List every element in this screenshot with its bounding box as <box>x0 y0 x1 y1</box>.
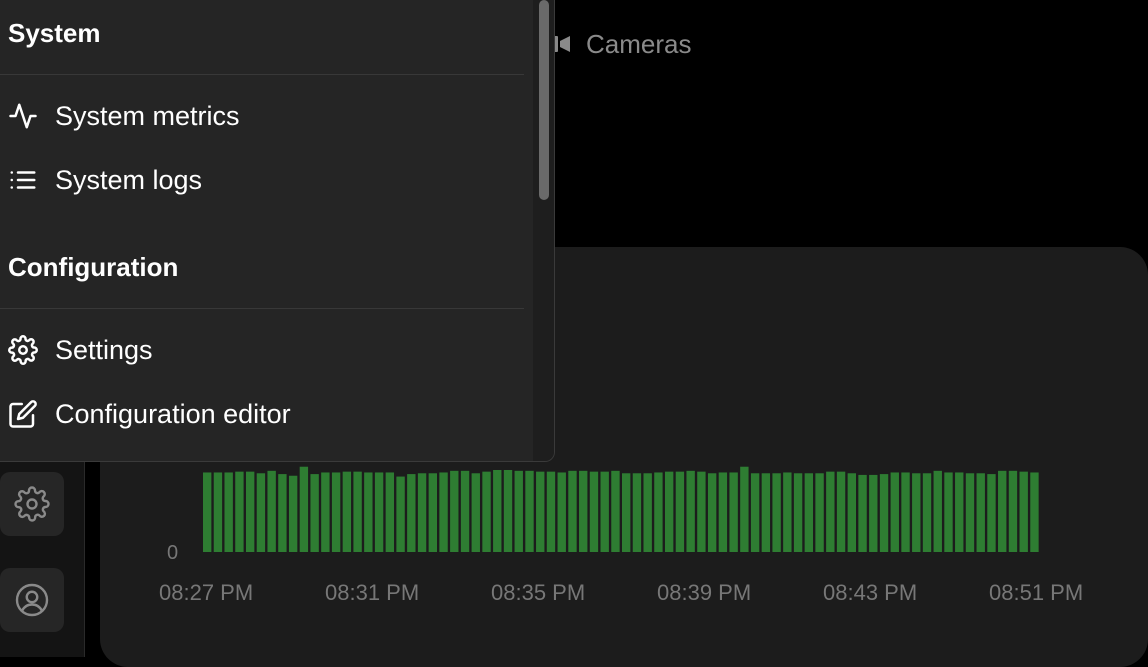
menu-item-label: System logs <box>55 164 203 195</box>
menu-item-settings[interactable]: Settings <box>0 322 524 378</box>
menu-scrollbar-thumb[interactable] <box>539 0 549 200</box>
menu-divider <box>0 308 524 309</box>
gear-icon <box>14 486 50 522</box>
x-axis-tick-label: 08:27 PM <box>159 580 254 605</box>
account-button[interactable] <box>0 568 64 632</box>
video-camera-icon <box>552 36 570 52</box>
x-axis-tick-label: 08:51 PM <box>989 580 1084 605</box>
y-axis-tick-label: 0 <box>167 542 179 564</box>
menu-item-system-metrics[interactable]: System metrics <box>0 88 524 144</box>
menu-heading-system: System <box>8 18 101 48</box>
menu-divider <box>0 74 524 75</box>
menu-item-label: Settings <box>55 334 153 365</box>
x-axis-tick-label: 08:39 PM <box>657 580 752 605</box>
activity-icon <box>8 101 38 131</box>
user-icon <box>15 583 49 617</box>
x-axis-tick-label: 08:35 PM <box>491 580 586 605</box>
menu-item-configuration-editor[interactable]: Configuration editor <box>0 386 524 442</box>
edit-icon <box>8 399 38 429</box>
gear-icon <box>8 335 38 365</box>
x-axis-tick-label: 08:43 PM <box>823 580 918 605</box>
menu-item-label: System metrics <box>55 100 240 131</box>
list-icon <box>8 165 38 195</box>
tab-cameras[interactable]: Cameras <box>552 26 691 62</box>
x-axis-tick-label: 08:31 PM <box>325 580 420 605</box>
settings-dropdown-menu: System System metrics System logs Config… <box>0 0 555 462</box>
menu-item-system-logs[interactable]: System logs <box>0 152 524 208</box>
tab-cameras-label: Cameras <box>586 28 692 59</box>
settings-button[interactable] <box>0 472 64 536</box>
menu-heading-configuration: Configuration <box>8 252 179 282</box>
menu-item-label: Configuration editor <box>55 398 291 429</box>
